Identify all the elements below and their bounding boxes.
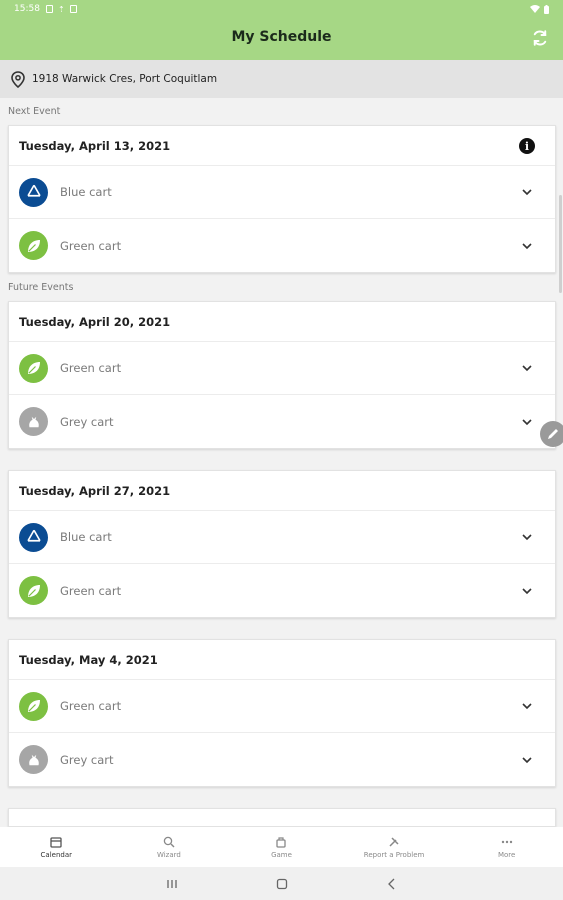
leaf-icon [19,231,48,260]
system-nav-bar [0,867,563,900]
home-icon[interactable] [276,878,288,890]
recycle-icon [19,522,48,552]
leaf-icon [19,353,48,383]
nav-label: Report a Problem [363,850,425,859]
nav-calendar[interactable]: Calendar [0,827,113,867]
cart-label: Green cart [60,583,122,598]
recycle-icon [19,177,48,207]
app-root: 15:58 ⇡ My Schedule 1918 Warwick Cres, P… [0,0,563,900]
refresh-button[interactable] [529,27,551,49]
garbage-bag-icon [19,407,48,436]
status-time: 15:58 [14,4,40,14]
refresh-icon [533,30,547,46]
cart-label: Grey cart [60,414,114,429]
nav-label: Wizard [156,850,181,859]
cart-row[interactable]: Grey cart [9,733,555,786]
chevron-down-icon[interactable] [521,585,533,597]
status-bar: 15:58 ⇡ [0,0,563,18]
more-icon [501,840,512,843]
nav-label: Game [271,850,292,859]
chevron-down-icon[interactable] [521,531,533,543]
cart-row[interactable]: Green cart [9,219,555,272]
event-card: Tuesday, April 13, 2021 i Blue cart Gree… [8,125,556,273]
cart-label: Blue cart [60,530,112,544]
cart-label: Green cart [60,361,122,375]
next-event-label: Next Event [8,106,61,117]
bottom-nav: Calendar Wizard Game Report a Problem Mo… [0,827,563,867]
event-date: Tuesday, April 27, 2021 [9,471,555,511]
cart-row[interactable]: Green cart [9,564,555,617]
event-card: Tuesday, April 27, 2021 Blue cart Green … [8,470,556,618]
scrollbar[interactable] [559,195,562,293]
upload-icon: ⇡ [57,4,65,14]
calendar-icon [50,836,62,848]
event-date: Tuesday, May 4, 2021 [9,640,555,680]
nav-label: Calendar [40,850,73,859]
notification-icon [45,5,53,13]
info-icon[interactable]: i [519,138,535,154]
nav-label: More [497,850,516,859]
future-events-label: Future Events [8,282,74,293]
nav-wizard[interactable]: Wizard [113,827,226,867]
tools-icon [389,836,399,847]
chevron-down-icon[interactable] [521,186,533,198]
event-card: Tuesday, April 20, 2021 Green cart Grey … [8,301,556,449]
cart-label: Grey cart [60,752,114,767]
event-date: Tuesday, April 20, 2021 [9,302,555,342]
event-card: Tuesday, May 4, 2021 Green cart Grey car… [8,639,556,787]
cart-row[interactable]: Green cart [9,680,555,733]
chevron-down-icon[interactable] [521,240,533,252]
event-date: Tuesday, April 13, 2021 i [9,126,555,166]
cart-label: Green cart [60,699,122,713]
cart-row[interactable]: Blue cart [9,511,555,564]
garbage-bag-icon [19,745,48,774]
edit-button[interactable] [540,421,563,447]
address-text: 1918 Warwick Cres, Port Coquitlam [32,73,218,85]
address-bar[interactable]: 1918 Warwick Cres, Port Coquitlam [0,60,563,98]
cart-row[interactable]: Blue cart [9,166,555,219]
nav-game[interactable]: Game [225,827,338,867]
cart-row[interactable]: Grey cart [9,395,555,448]
chevron-down-icon[interactable] [521,754,533,766]
leaf-icon [19,691,48,721]
cart-label: Blue cart [60,185,112,199]
nav-report[interactable]: Report a Problem [338,827,451,867]
battery-icon [544,4,549,14]
nav-more[interactable]: More [450,827,563,867]
app-icon [69,5,77,13]
recent-apps-icon[interactable] [166,878,178,890]
page-title: My Schedule [231,29,332,45]
chevron-down-icon[interactable] [521,362,533,374]
back-icon[interactable] [386,878,398,890]
event-card-partial [8,808,556,827]
cart-label: Green cart [60,238,122,253]
search-icon [163,836,175,847]
top-bar: 15:58 ⇡ My Schedule [0,0,563,60]
chevron-down-icon[interactable] [521,700,533,712]
wifi-icon [530,5,540,13]
cart-row[interactable]: Green cart [9,342,555,395]
pencil-icon [548,429,558,439]
location-pin-icon [11,70,25,88]
leaf-icon [19,576,48,605]
chevron-down-icon[interactable] [521,416,533,428]
game-icon [276,836,287,848]
